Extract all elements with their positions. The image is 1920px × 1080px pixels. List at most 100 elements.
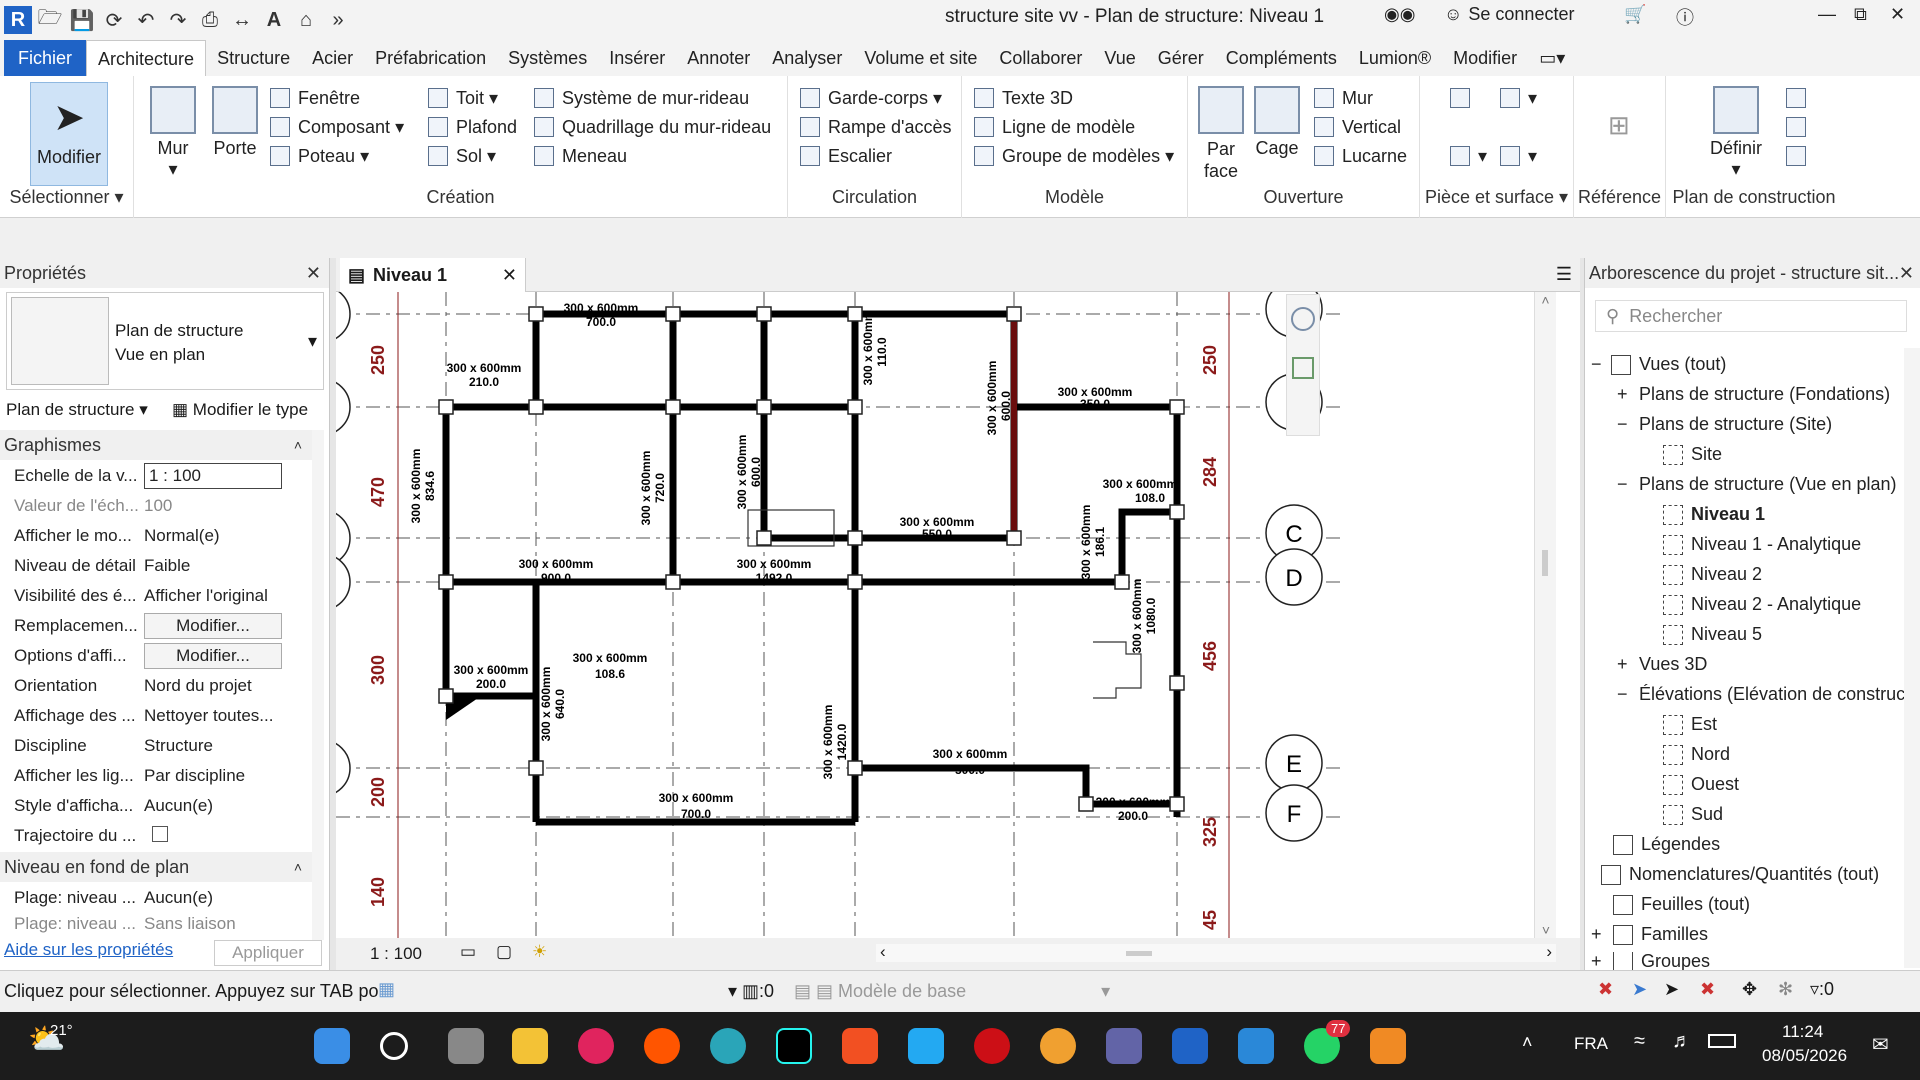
grid-icon[interactable]: ⊞ (1608, 110, 1630, 140)
store-icon[interactable] (842, 1028, 878, 1064)
tree-item[interactable]: Est (1663, 714, 1717, 735)
tree-item-active[interactable]: Niveau 1 (1663, 504, 1765, 525)
tab-modifier[interactable]: Modifier (1442, 40, 1528, 76)
tree-item[interactable]: + Vues 3D (1617, 654, 1707, 675)
model-text-button[interactable]: Texte 3D (974, 85, 1073, 111)
file-explorer-icon[interactable] (512, 1028, 548, 1064)
tag-room-icon[interactable]: ▾ (1450, 143, 1487, 169)
room-label[interactable]: Pièce et surface ▾ (1420, 187, 1573, 208)
soundcloud-icon[interactable] (644, 1028, 680, 1064)
tab-gerer[interactable]: Gérer (1147, 40, 1215, 76)
tab-analyser[interactable]: Analyser (761, 40, 853, 76)
ceiling-button[interactable]: Plafond (428, 114, 517, 140)
prop-row-scale[interactable]: Echelle de la v... 1 : 100 (0, 461, 312, 491)
open-icon[interactable]: 🗁 (36, 5, 64, 35)
model-group-button[interactable]: Groupe de modèles ▾ (974, 143, 1174, 169)
tree-item[interactable]: Niveau 5 (1663, 624, 1762, 645)
text-icon[interactable]: A (260, 5, 288, 35)
weather-widget[interactable]: ⛅ 21° (28, 1022, 73, 1057)
visual-style-icon[interactable]: ▢ (496, 942, 512, 962)
measure-icon[interactable]: ↔ (228, 5, 256, 35)
tab-collaborer[interactable]: Collaborer (988, 40, 1093, 76)
help-icon[interactable]: ⓘ (1676, 4, 1694, 30)
show-plane-icon[interactable] (1786, 85, 1814, 111)
tree-item[interactable]: Sud (1663, 804, 1723, 825)
section-graphics[interactable]: Graphismes ˄ (0, 430, 312, 460)
minimize-button[interactable]: — (1818, 4, 1836, 25)
overrides-edit-button[interactable]: Modifier... (144, 613, 282, 639)
start-button[interactable] (314, 1028, 350, 1064)
room-icon[interactable] (1450, 85, 1478, 111)
view-tab[interactable]: ▤ Niveau 1 ✕ (340, 258, 526, 292)
select-underlay-icon[interactable]: ➤ (1632, 979, 1647, 1000)
shaft-button[interactable]: Cage (1252, 86, 1302, 159)
close-browser-icon[interactable]: ✕ (1899, 258, 1914, 288)
tab-systemes[interactable]: Systèmes (497, 40, 598, 76)
prop-row[interactable]: Afficher le mo... Normal(e) (0, 521, 312, 551)
crop-checkbox[interactable] (152, 825, 168, 842)
task-view-icon[interactable] (448, 1028, 484, 1064)
tray-chevron-icon[interactable]: ˄ (1522, 1032, 1533, 1053)
prop-value[interactable]: Sans liaison (144, 914, 312, 934)
save-icon[interactable]: 💾 (68, 5, 96, 35)
curtain-system-button[interactable]: Système de mur-rideau (534, 85, 749, 111)
prop-value[interactable]: Aucun(e) (144, 888, 312, 908)
undo-icon[interactable]: ↶ (132, 5, 160, 35)
tree-item[interactable]: Niveau 2 - Analytique (1663, 594, 1861, 615)
tree-item[interactable]: − Élévations (Elévation de construc (1617, 684, 1917, 705)
tree-item[interactable]: Site (1663, 444, 1722, 465)
railing-button[interactable]: Garde-corps ▾ (800, 85, 942, 111)
tab-annoter[interactable]: Annoter (676, 40, 761, 76)
worksharing-icon[interactable]: ▦ (378, 979, 395, 1000)
tab-prefabrication[interactable]: Préfabrication (364, 40, 497, 76)
pinterest-icon[interactable] (578, 1028, 614, 1064)
home-3d-icon[interactable]: ⌂ (292, 5, 320, 35)
prop-row[interactable]: Plage: niveau ... Sans liaison (0, 913, 312, 935)
tree-item[interactable]: + Groupes (1591, 952, 1710, 970)
prop-row[interactable]: Discipline Structure (0, 731, 312, 761)
tab-structure[interactable]: Structure (206, 40, 301, 76)
opera-icon[interactable] (974, 1028, 1010, 1064)
scroll-thumb[interactable] (1542, 550, 1548, 576)
sun-path-icon[interactable]: ☀ (532, 942, 547, 962)
curtain-grid-button[interactable]: Quadrillage du mur-rideau (534, 114, 771, 140)
binoculars-icon[interactable]: ◉◉ (1384, 4, 1415, 25)
tree-item[interactable]: Niveau 1 - Analytique (1663, 534, 1861, 555)
tab-acier[interactable]: Acier (301, 40, 364, 76)
tree-item[interactable]: Ouest (1663, 774, 1739, 795)
view-scale[interactable]: 1 : 100 (370, 944, 422, 964)
zoom-icon[interactable] (1292, 357, 1314, 379)
type-selector[interactable]: Plan de structure Vue en plan ▾ (6, 292, 324, 390)
properties-scrollbar[interactable] (312, 430, 324, 940)
tree-item[interactable]: − Vues (tout) (1591, 354, 1726, 375)
door-button[interactable]: Porte (210, 86, 260, 159)
prop-value[interactable]: Nord du projet (144, 676, 312, 696)
search-taskbar-icon[interactable] (380, 1032, 408, 1060)
section-underlay[interactable]: Niveau en fond de plan ˄ (0, 852, 312, 882)
component-button[interactable]: Composant ▾ (270, 114, 404, 140)
prop-value[interactable]: Faible (144, 556, 312, 576)
prop-row[interactable]: Niveau de détail Faible (0, 551, 312, 581)
restore-button[interactable]: ⧉ (1854, 4, 1867, 25)
background-process-icon[interactable]: ✻ (1778, 979, 1793, 1000)
tag-area-icon[interactable]: ▾ (1500, 143, 1537, 169)
drawing-canvas[interactable]: A B C D E F 250 470 300 200 140 250 284 … (336, 292, 1556, 938)
wall-button[interactable]: Mur ▾ (148, 86, 198, 180)
horizontal-scrollbar[interactable]: ‹ › (876, 942, 1556, 962)
tree-item[interactable]: Nomenclatures/Quantités (tout) (1601, 864, 1879, 885)
prop-value[interactable]: Aucun(e) (144, 796, 312, 816)
prop-row[interactable]: Style d'afficha... Aucun(e) (0, 791, 312, 821)
tab-vue[interactable]: Vue (1093, 40, 1146, 76)
cart-icon[interactable]: 🛒 (1624, 4, 1646, 25)
tree-item[interactable]: Niveau 2 (1663, 564, 1762, 585)
define-button[interactable]: Définir ▾ (1706, 86, 1766, 180)
prop-row[interactable]: Orientation Nord du projet (0, 671, 312, 701)
select-by-face-icon[interactable]: ✖ (1700, 979, 1715, 1000)
instance-selector[interactable]: Plan de structure ▾ (6, 400, 148, 420)
tree-item[interactable]: Feuilles (tout) (1613, 894, 1750, 915)
apply-button[interactable]: Appliquer (214, 940, 322, 966)
tree-item[interactable]: − Plans de structure (Site) (1617, 414, 1832, 435)
select-pinned-icon[interactable]: ➤ (1664, 979, 1679, 1000)
volume-icon[interactable]: ♬ (1672, 1030, 1692, 1053)
ramp-button[interactable]: Rampe d'accès (800, 114, 952, 140)
